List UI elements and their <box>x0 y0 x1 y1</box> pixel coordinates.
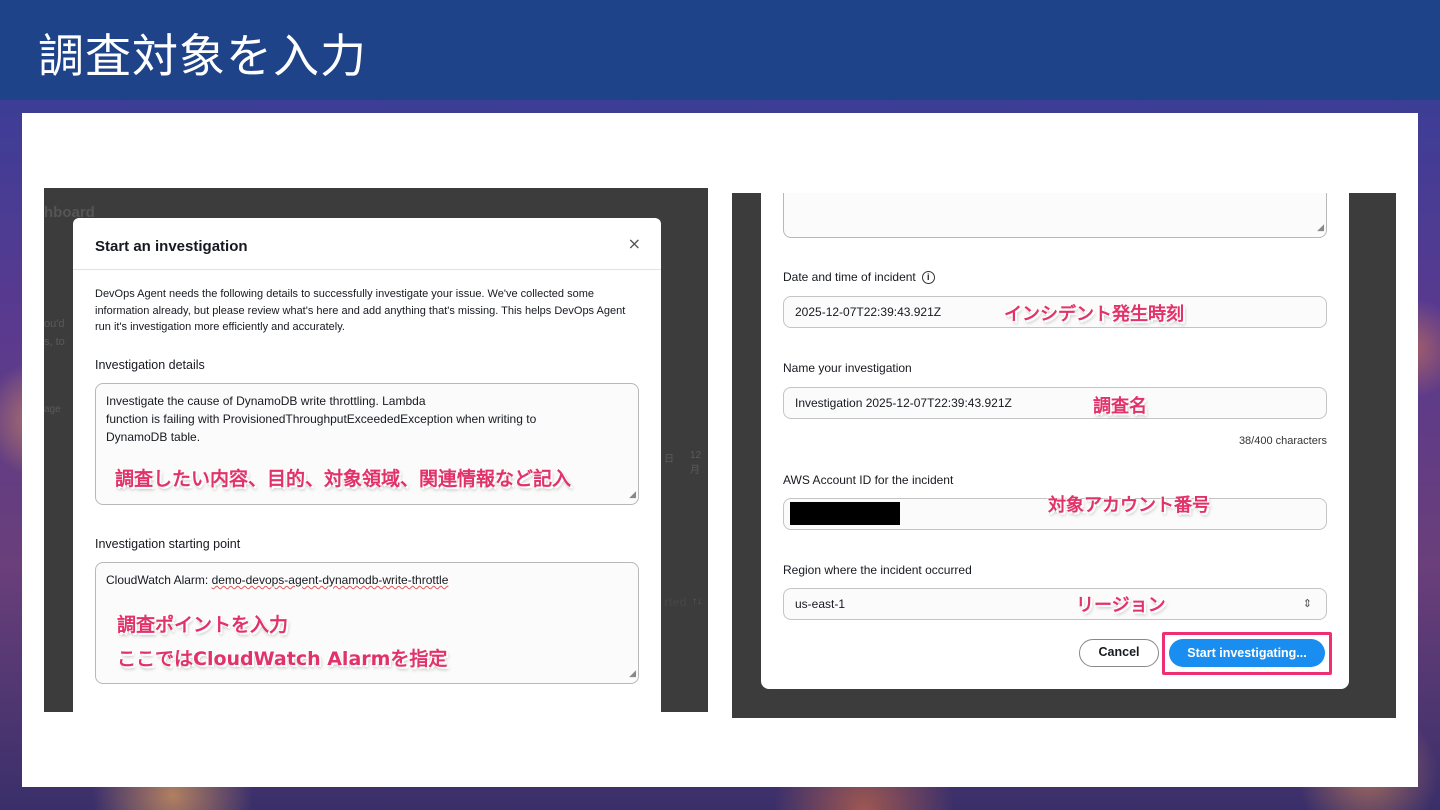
info-icon[interactable]: i <box>921 271 935 285</box>
starting-point-annotation-1: 調査ポイントを入力 <box>117 614 289 636</box>
investigation-details-label: Investigation details <box>95 358 205 372</box>
account-label: AWS Account ID for the incident <box>783 473 954 487</box>
region-value: us-east-1 <box>795 597 846 611</box>
region-label: Region where the incident occurred <box>783 563 972 577</box>
close-icon[interactable]: × <box>628 234 641 253</box>
modal-description: DevOps Agent needs the following details… <box>95 288 626 333</box>
resize-handle-icon[interactable]: ◢ <box>1317 218 1324 236</box>
region-annotation: リージョン <box>1076 595 1166 616</box>
resize-handle-icon[interactable]: ◢ <box>629 664 636 682</box>
modal-title: Start an investigation <box>95 238 248 255</box>
background-fragment: rted <box>664 595 687 609</box>
start-button-highlight <box>1162 632 1332 675</box>
slide-title: 調査対象を入力 <box>38 29 367 83</box>
datetime-label: Date and time of incident i <box>783 270 935 285</box>
background-fragment: s, to <box>44 336 65 348</box>
background-fragment: 日 <box>664 454 674 465</box>
character-count: 38/400 characters <box>1238 435 1327 447</box>
name-label: Name your investigation <box>783 361 912 375</box>
chevron-updown-icon: ⇕ <box>1302 598 1312 610</box>
resize-handle-icon[interactable]: ◢ <box>629 485 636 503</box>
details-line: DynamoDB table. <box>106 430 201 444</box>
background-fragment: ↑↓ <box>692 596 702 607</box>
name-annotation: 調査名 <box>1093 396 1147 417</box>
background-fragment: age <box>44 404 61 415</box>
investigation-name-input[interactable]: Investigation 2025-12-07T22:39:43.921Z <box>783 387 1327 419</box>
background-fragment: 12月 <box>690 450 702 476</box>
start-investigation-modal: Start an investigation × DevOps Agent ne… <box>73 218 661 712</box>
title-bar: 調査対象を入力 <box>0 0 1440 100</box>
details-textarea-tail[interactable]: ◢ <box>783 193 1327 238</box>
cancel-button[interactable]: Cancel <box>1079 639 1159 667</box>
details-annotation: 調査したい内容、目的、対象領域、関連情報など記入 <box>115 468 572 490</box>
details-line: function is failing with ProvisionedThro… <box>106 412 537 426</box>
modal-header: Start an investigation × <box>73 218 661 270</box>
alarm-name: demo-devops-agent-dynamodb-write-throttl… <box>211 573 449 587</box>
redacted-account-id <box>790 502 900 525</box>
region-select[interactable]: us-east-1 ⇕ <box>783 588 1327 620</box>
account-annotation: 対象アカウント番号 <box>1048 495 1210 516</box>
left-screenshot: hboard ou'd s, to age 日 12月 rted ↑↓ Star… <box>44 188 708 712</box>
background-fragment: ou'd <box>44 318 65 330</box>
details-line: Investigate the cause of DynamoDB write … <box>106 394 426 408</box>
investigation-form-modal: ◢ Date and time of incident i 2025-12-07T… <box>761 193 1349 689</box>
starting-point-prefix: CloudWatch Alarm: <box>106 573 212 587</box>
datetime-annotation: インシデント発生時刻 <box>1004 304 1184 325</box>
starting-point-annotation-2: ここではCloudWatch Alarmを指定 <box>117 648 448 670</box>
starting-point-label: Investigation starting point <box>95 537 241 551</box>
